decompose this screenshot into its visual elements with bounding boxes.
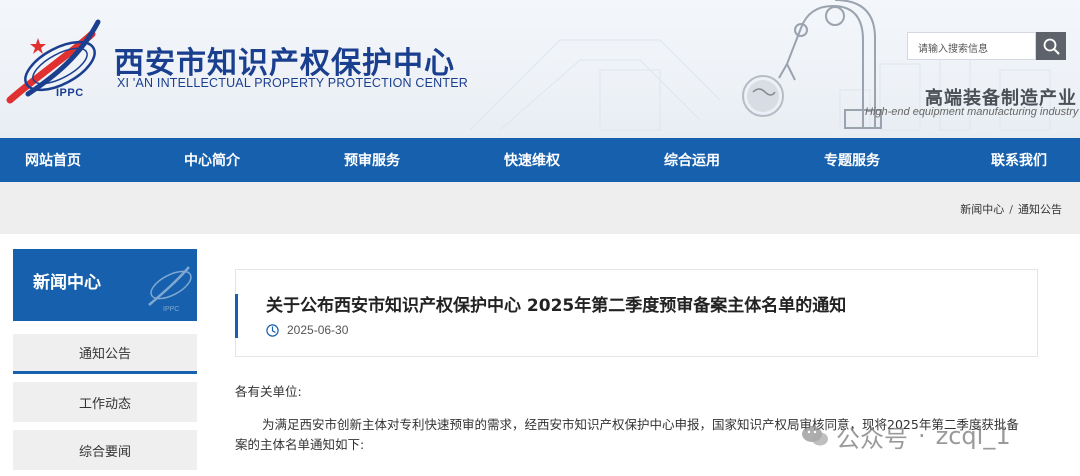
nav-item-about[interactable]: 中心简介 (106, 138, 318, 182)
clock-icon (266, 323, 279, 337)
search-icon (1043, 38, 1060, 55)
nav-item-special-services[interactable]: 专题服务 (746, 138, 958, 182)
watermark-account: zcql_1 (935, 422, 1011, 450)
sidebar-item-news-highlights[interactable]: 综合要闻 (13, 430, 197, 470)
nav-item-comprehensive-use[interactable]: 综合运用 (638, 138, 746, 182)
site-header: IPPC 西安市知识产权保护中心 XI 'AN INTELLECTUAL PRO… (0, 0, 1080, 138)
breadcrumb-item-news-center[interactable]: 新闻中心 (960, 203, 1004, 216)
sidebar-title: 新闻中心 (33, 273, 101, 293)
sidebar-item-work-updates[interactable]: 工作动态 (13, 382, 197, 422)
search-input[interactable]: 请输入搜索信息 (907, 32, 1036, 60)
sidebar-logo-text: IPPC (163, 306, 179, 313)
breadcrumb: 新闻中心 / 通知公告 (960, 201, 1062, 217)
ippc-logo-icon (6, 19, 101, 104)
wechat-icon (802, 426, 828, 446)
ippc-watermark-icon: IPPC (148, 266, 192, 313)
article-paragraph-line2: 案的主体名单通知如下: (235, 437, 365, 452)
article-date-text: 2025-06-30 (287, 323, 349, 337)
breadcrumb-item-notices[interactable]: 通知公告 (1018, 203, 1062, 216)
breadcrumb-separator: / (1009, 203, 1013, 216)
watermark-dot: · (918, 422, 926, 450)
breadcrumb-strip: 新闻中心 / 通知公告 (0, 182, 1080, 234)
nav-item-rights-protection[interactable]: 快速维权 (426, 138, 638, 182)
sidebar-item-notices[interactable]: 通知公告 (13, 334, 197, 374)
industry-subtitle: High-end equipment manufacturing industr… (865, 106, 1079, 118)
site-subtitle: XI 'AN INTELLECTUAL PROPERTY PROTECTION … (117, 76, 469, 90)
title-accent-bar (235, 294, 238, 338)
watermark-platform: 公众号 (836, 424, 908, 453)
article-date: 2025-06-30 (266, 323, 348, 337)
nav-item-contact[interactable]: 联系我们 (958, 138, 1080, 182)
search-button[interactable] (1036, 32, 1066, 60)
article-greeting: 各有关单位: (235, 384, 302, 399)
sidebar-header: 新闻中心 IPPC (13, 249, 197, 321)
nav-item-pre-examination[interactable]: 预审服务 (318, 138, 426, 182)
nav-item-home[interactable]: 网站首页 (0, 138, 106, 182)
article-header-card: 关于公布西安市知识产权保护中心 2025年第二季度预审备案主体名单的通知 202… (235, 269, 1038, 357)
robot-arm-illustration (742, 0, 882, 129)
main-nav: 网站首页 中心简介 预审服务 快速维权 综合运用 专题服务 联系我们 (0, 138, 1080, 182)
wechat-watermark: 公众号 · zcql_1 (800, 418, 1070, 454)
logo-text: IPPC (56, 87, 84, 99)
article-title: 关于公布西安市知识产权保护中心 2025年第二季度预审备案主体名单的通知 (266, 296, 847, 316)
